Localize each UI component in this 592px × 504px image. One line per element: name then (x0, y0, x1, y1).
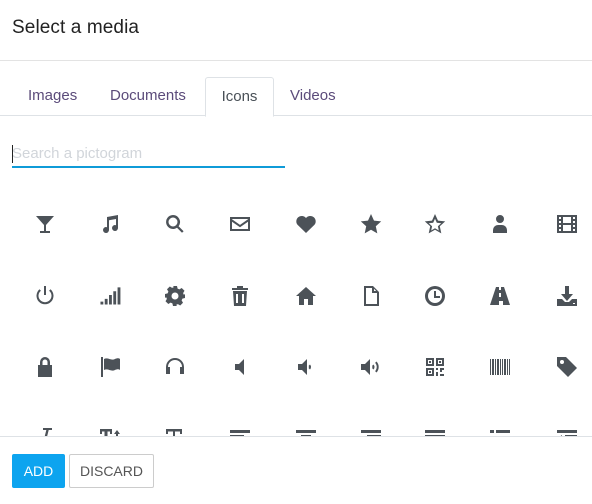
heart-icon[interactable] (289, 207, 323, 241)
download-icon[interactable] (550, 279, 584, 313)
qrcode-icon[interactable] (418, 350, 452, 384)
add-button[interactable]: ADD (12, 454, 65, 488)
dialog-footer: ADD DISCARD (0, 436, 592, 504)
align-right-icon[interactable] (354, 421, 388, 436)
volume-down-icon[interactable] (289, 350, 323, 384)
align-center-icon[interactable] (289, 421, 323, 436)
search-input[interactable] (12, 140, 285, 168)
power-off-icon[interactable] (28, 279, 62, 313)
list-icon[interactable] (483, 421, 517, 436)
barcode-icon[interactable] (483, 350, 517, 384)
align-justify-icon[interactable] (418, 421, 452, 436)
tab-videos[interactable]: Videos (290, 77, 336, 116)
home-icon[interactable] (289, 279, 323, 313)
italic-icon[interactable] (28, 421, 62, 436)
flag-icon[interactable] (93, 350, 127, 384)
tab-documents[interactable]: Documents (110, 77, 186, 116)
tab-icons[interactable]: Icons (205, 77, 274, 117)
lock-icon[interactable] (28, 350, 62, 384)
clock-icon[interactable] (418, 279, 452, 313)
envelope-icon[interactable] (223, 207, 257, 241)
font-icon[interactable] (158, 421, 192, 436)
media-tabs: Images Documents Icons Videos (0, 77, 592, 117)
outdent-icon[interactable] (550, 421, 584, 436)
cog-icon[interactable] (158, 279, 192, 313)
film-icon[interactable] (550, 207, 584, 241)
dialog-header: Select a media (0, 0, 592, 61)
volume-up-icon[interactable] (354, 350, 388, 384)
icon-grid (0, 190, 592, 436)
tag-icon[interactable] (550, 350, 584, 384)
star-o-icon[interactable] (418, 207, 452, 241)
file-o-icon[interactable] (354, 279, 388, 313)
signal-icon[interactable] (93, 279, 127, 313)
user-icon[interactable] (483, 207, 517, 241)
dialog-title: Select a media (12, 17, 140, 38)
star-icon[interactable] (354, 207, 388, 241)
trash-icon[interactable] (223, 279, 257, 313)
music-icon[interactable] (93, 207, 127, 241)
glass-icon[interactable] (28, 207, 62, 241)
headphones-icon[interactable] (158, 350, 192, 384)
align-left-icon[interactable] (223, 421, 257, 436)
text-height-icon[interactable] (93, 421, 127, 436)
search-icon[interactable] (158, 207, 192, 241)
volume-off-icon[interactable] (223, 350, 257, 384)
tab-images[interactable]: Images (28, 77, 77, 116)
road-icon[interactable] (483, 279, 517, 313)
discard-button[interactable]: DISCARD (69, 454, 154, 488)
text-caret (12, 145, 13, 163)
